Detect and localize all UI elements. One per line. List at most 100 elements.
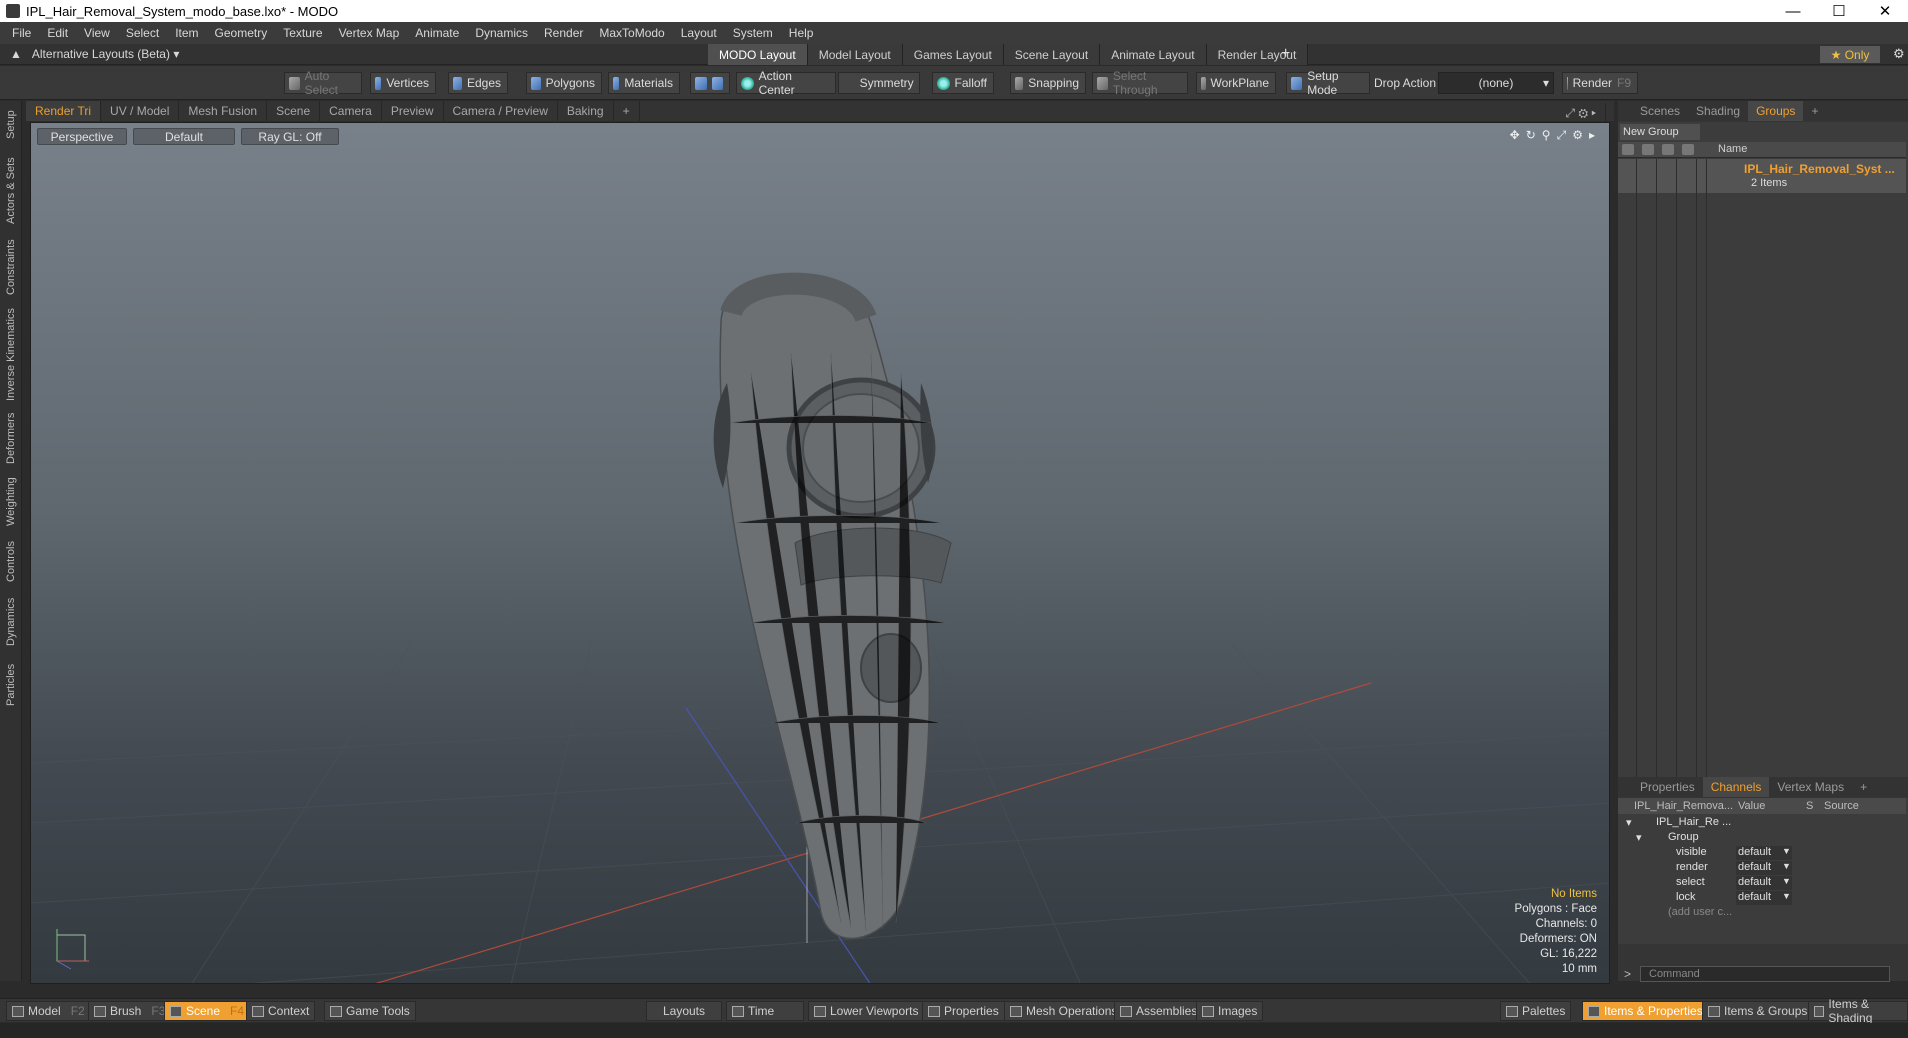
workplane-button[interactable]: WorkPlane — [1196, 72, 1276, 94]
group-row[interactable]: IPL_Hair_Removal_Syst ... 2 Items — [1618, 159, 1906, 193]
gear-icon[interactable]: ⚙ — [1893, 46, 1905, 62]
tab-uv-model[interactable]: UV / Model — [101, 101, 180, 121]
3d-viewport[interactable]: Perspective Default Ray GL: Off ✥ ↻ ⚲ ⤢ … — [30, 122, 1610, 984]
lock-column-icon[interactable] — [1662, 144, 1674, 155]
add-tab-icon[interactable]: + — [614, 101, 640, 121]
pan-icon[interactable]: ✥ — [1510, 128, 1520, 143]
visibility-eye-icon[interactable] — [1622, 144, 1634, 155]
tab-vertex-maps[interactable]: Vertex Maps — [1769, 777, 1852, 797]
add-user-channel-row[interactable]: (add user c... — [1618, 906, 1906, 921]
menu-layout[interactable]: Layout — [673, 26, 725, 40]
close-icon[interactable]: ✕ — [1862, 0, 1908, 22]
setup-mode-button[interactable]: Setup Mode — [1286, 69, 1370, 97]
falloff-button[interactable]: Falloff — [932, 72, 994, 94]
expand-arrow-icon[interactable]: ▾ — [1636, 831, 1642, 844]
snapping-button[interactable]: Snapping — [1010, 72, 1086, 94]
tab-render-tri[interactable]: Render Tri — [26, 101, 102, 121]
items-shading-button[interactable]: Items & Shading — [1808, 997, 1908, 1025]
menu-dynamics[interactable]: Dynamics — [467, 26, 536, 40]
left-tab-inverse-kinematics[interactable]: Inverse Kinematics — [3, 305, 19, 405]
tab-games-layout[interactable]: Games Layout — [902, 44, 1004, 65]
mesh-operations-button[interactable]: Mesh Operations — [1004, 1001, 1124, 1021]
tab-scenes[interactable]: Scenes — [1632, 101, 1688, 121]
tab-scene[interactable]: Scene — [267, 101, 321, 121]
tab-channels[interactable]: Channels — [1702, 777, 1770, 797]
left-tab-setup[interactable]: Setup — [3, 105, 19, 145]
tab-camera-preview[interactable]: Camera / Preview — [444, 101, 558, 121]
rotate-icon[interactable]: ↻ — [1526, 128, 1536, 143]
zoom-icon[interactable]: ⚲ — [1542, 128, 1551, 143]
selection-sets-button[interactable] — [690, 72, 730, 94]
polygons-button[interactable]: Polygons — [526, 72, 602, 94]
channel-row[interactable]: select default ▼ — [1618, 876, 1906, 891]
action-center-button[interactable]: Action Center — [736, 69, 836, 97]
tab-properties[interactable]: Properties — [1632, 777, 1703, 797]
time-button[interactable]: Time — [726, 1001, 804, 1021]
only-button[interactable]: ★ Only — [1820, 46, 1880, 63]
add-panel-tab-icon[interactable]: + — [1852, 777, 1875, 797]
layouts-button[interactable]: Layouts — [646, 1001, 722, 1021]
menu-vertex-map[interactable]: Vertex Map — [331, 26, 408, 40]
tab-modo-layout[interactable]: MODO Layout — [708, 44, 808, 65]
menu-maxtomodo[interactable]: MaxToModo — [591, 26, 672, 40]
menu-render[interactable]: Render — [536, 26, 591, 40]
left-tab-constraints[interactable]: Constraints — [3, 235, 19, 299]
lower-viewports-button[interactable]: Lower Viewports — [808, 1001, 925, 1021]
palettes-button[interactable]: Palettes — [1500, 1001, 1572, 1021]
tab-scene-layout[interactable]: Scene Layout — [1003, 44, 1101, 65]
tab-camera[interactable]: Camera — [320, 101, 382, 121]
symmetry-button[interactable]: Symmetry — [838, 72, 920, 94]
select-column-icon[interactable] — [1682, 144, 1694, 155]
left-tab-controls[interactable]: Controls — [3, 537, 19, 587]
command-input[interactable]: Command — [1640, 966, 1890, 982]
menu-file[interactable]: File — [4, 26, 39, 40]
context-button[interactable]: Context — [246, 1001, 316, 1021]
viewport-expand-icon[interactable]: ▸ — [1589, 128, 1595, 143]
items-properties-button[interactable]: Items & Properties — [1582, 1001, 1709, 1021]
left-tab-weighting[interactable]: Weighting — [3, 473, 19, 531]
select-through-button[interactable]: Select Through — [1092, 69, 1188, 97]
tab-preview[interactable]: Preview — [382, 101, 444, 121]
add-layout-icon[interactable]: + — [1281, 45, 1290, 63]
channel-row[interactable]: visible default ▼ — [1618, 846, 1906, 861]
left-tab-dynamics[interactable]: Dynamics — [3, 593, 19, 651]
properties-button[interactable]: Properties — [922, 1001, 1005, 1021]
add-panel-tab-icon[interactable]: + — [1803, 101, 1826, 121]
left-tab-actors-sets[interactable]: Actors & Sets — [3, 151, 19, 231]
fit-icon[interactable]: ⤢ — [1557, 128, 1567, 143]
vertices-button[interactable]: Vertices — [370, 72, 436, 94]
tab-model-layout[interactable]: Model Layout — [807, 44, 903, 65]
new-group-button[interactable]: New Group — [1620, 124, 1700, 140]
tab-render-layout[interactable]: Render Layout — [1206, 44, 1309, 65]
scene-button[interactable]: Scene F4 — [164, 1001, 251, 1021]
alternative-layouts-dropdown[interactable]: ▲ Alternative Layouts (Beta) ▾ — [10, 47, 179, 61]
raygl-toggle[interactable]: Ray GL: Off — [241, 128, 339, 145]
materials-button[interactable]: Materials — [608, 72, 680, 94]
minimize-icon[interactable]: — — [1770, 0, 1816, 22]
left-tab-particles[interactable]: Particles — [3, 657, 19, 713]
channel-row[interactable]: lock default ▼ — [1618, 891, 1906, 906]
render-column-icon[interactable] — [1642, 144, 1654, 155]
menu-system[interactable]: System — [725, 26, 781, 40]
game-tools-button[interactable]: Game Tools — [324, 1001, 416, 1021]
menu-geometry[interactable]: Geometry — [207, 26, 276, 40]
channel-row[interactable]: render default ▼ — [1618, 861, 1906, 876]
menu-select[interactable]: Select — [118, 26, 167, 40]
menu-edit[interactable]: Edit — [39, 26, 76, 40]
brush-button[interactable]: Brush F3 — [88, 1001, 172, 1021]
auto-select-button[interactable]: Auto Select — [284, 69, 362, 97]
menu-texture[interactable]: Texture — [275, 26, 330, 40]
viewport-gear-icon[interactable]: ⚙ — [1572, 128, 1583, 143]
tree-root-row[interactable]: ▾ IPL_Hair_Re ... — [1618, 816, 1906, 831]
view-perspective-dropdown[interactable]: Perspective — [37, 128, 127, 145]
maximize-icon[interactable]: ☐ — [1816, 0, 1862, 22]
tab-mesh-fusion[interactable]: Mesh Fusion — [179, 101, 268, 121]
menu-item[interactable]: Item — [167, 26, 206, 40]
tab-groups[interactable]: Groups — [1748, 101, 1804, 121]
assemblies-button[interactable]: Assemblies — [1114, 1001, 1204, 1021]
viewport-options-icon[interactable]: ⤢ ⚙ ▸ — [1556, 103, 1606, 123]
tab-shading[interactable]: Shading — [1688, 101, 1748, 121]
items-groups-button[interactable]: Items & Groups — [1702, 1001, 1814, 1021]
tree-group-row[interactable]: ▾ Group — [1618, 831, 1906, 846]
tab-animate-layout[interactable]: Animate Layout — [1100, 44, 1207, 65]
